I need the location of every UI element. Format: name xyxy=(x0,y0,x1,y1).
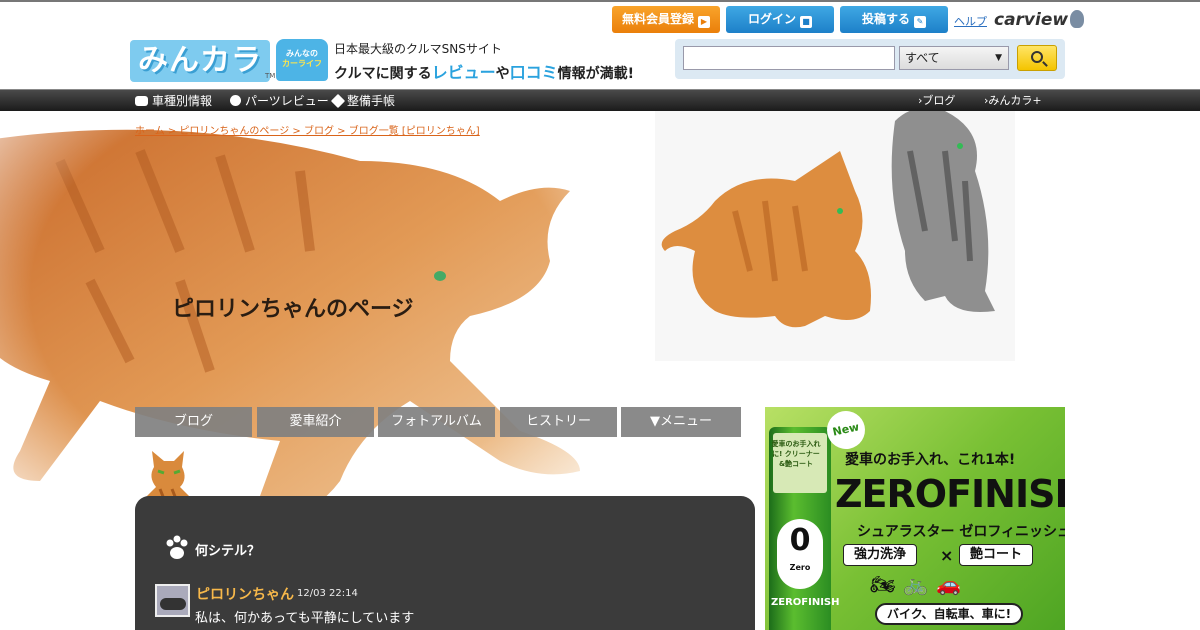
can-cap-text: 愛車のお手入れに! クリーナー&艶コート xyxy=(771,440,821,468)
whats-doing-panel: 何シテル？ ピロリンちゃん 12/03 22:14 私は、何かあっても平静にして… xyxy=(135,496,755,630)
register-button[interactable]: 無料会員登録 ▶ xyxy=(612,6,720,33)
can-zero-badge: 0 Zero xyxy=(777,519,823,589)
lock-icon: ■ xyxy=(800,16,812,28)
help-link[interactable]: ヘルプ xyxy=(954,13,987,29)
carview-logo[interactable]: carview xyxy=(994,10,1085,30)
nav-item-maintenance[interactable]: 整備手帳 xyxy=(330,92,396,110)
badge-line1: みんなの xyxy=(286,49,318,58)
ad-subtitle: シュアラスター ゼロフィニッシュ xyxy=(857,524,1065,540)
search-scope-select[interactable]: すべて ▼ xyxy=(899,46,1009,70)
ad-feature-coat: 艶コート xyxy=(959,544,1034,566)
gear-icon xyxy=(230,95,241,106)
tab-history[interactable]: ヒストリー xyxy=(500,407,617,437)
panel-heading: 何シテル？ xyxy=(195,544,261,559)
ad-brand: ZEROFINISH xyxy=(835,472,1065,516)
post-button[interactable]: 投稿する ✎ xyxy=(840,6,948,33)
search-button[interactable] xyxy=(1017,45,1057,71)
nav-label: パーツレビュー xyxy=(245,94,329,108)
spray-can-image: 愛車のお手入れに! クリーナー&艶コート 0 Zero ZEROFINISH xyxy=(769,427,840,630)
post-label: 投稿する xyxy=(861,12,910,26)
tab-blog[interactable]: ブログ xyxy=(135,407,252,437)
nav-item-car-info[interactable]: 車種別情報 xyxy=(135,92,212,110)
tagline-review: レビュー xyxy=(431,63,496,82)
pencil-icon: ✎ xyxy=(914,16,926,28)
can-zero-label: Zero xyxy=(789,563,811,572)
nav-item-parts-review[interactable]: パーツレビュー xyxy=(230,92,329,110)
post-text: 私は、何かあっても平静にしています xyxy=(195,611,415,626)
chevron-down-icon: ▼ xyxy=(995,53,1002,63)
nav-item-blog[interactable]: ›ブログ xyxy=(918,92,955,110)
can-brand: ZEROFINISH xyxy=(771,597,840,608)
ad-headline: 愛車のお手入れ、これ1本! xyxy=(845,452,1016,468)
nav-label: 整備手帳 xyxy=(347,94,396,108)
search-scope-value: すべて xyxy=(905,51,940,65)
wrench-icon xyxy=(330,93,346,109)
paw-icon xyxy=(166,535,188,559)
search-icon xyxy=(1031,51,1043,63)
nav-label: 車種別情報 xyxy=(152,94,213,108)
breadcrumb[interactable]: ホーム > ピロリンちゃんのページ > ブログ > ブログ一覧 [ピロリンちゃん… xyxy=(135,122,480,137)
post-timestamp: 12/03 22:14 xyxy=(297,588,358,599)
nav-label: みんカラ+ xyxy=(988,94,1042,107)
car-life-badge-icon: みんなの カーライフ xyxy=(276,39,328,81)
ad-tagline: バイク、自転車、車に! xyxy=(875,603,1024,625)
two-cats-image xyxy=(655,111,1015,361)
tagline-kuchikomi: 口コミ xyxy=(509,63,558,82)
main-navbar: 車種別情報 パーツレビュー 整備手帳 ›ブログ ›みんカラ+ xyxy=(0,89,1200,111)
car-icon xyxy=(135,96,148,106)
tagline-primary: 日本最大級のクルマSNSサイト xyxy=(334,42,502,56)
tab-menu[interactable]: ▼メニュー xyxy=(621,407,741,437)
motorcycle-icon xyxy=(160,598,186,610)
ad-cross: × xyxy=(940,546,954,565)
tab-my-car[interactable]: 愛車紹介 xyxy=(257,407,374,437)
search-input[interactable] xyxy=(683,46,895,70)
tagline-mid: や xyxy=(495,66,510,82)
register-label: 無料会員登録 xyxy=(621,12,694,26)
tagline-post: 情報が満載! xyxy=(557,66,635,82)
can-zero-number: 0 xyxy=(789,523,811,558)
page-title: ピロリンちゃんのページ xyxy=(172,297,414,322)
login-label: ログイン xyxy=(747,12,796,26)
tab-photo-album[interactable]: フォトアルバム xyxy=(378,407,495,437)
carview-label: carview xyxy=(994,10,1069,30)
search-area: すべて ▼ xyxy=(675,39,1065,79)
badge-line2: カーライフ xyxy=(282,59,322,68)
post-username[interactable]: ピロリンちゃん xyxy=(196,584,294,604)
nav-label: ブログ xyxy=(922,94,956,107)
tagline-secondary: クルマに関するレビューや口コミ情報が満載! xyxy=(334,59,634,83)
site-header: みんカラ TM みんなの カーライフ 日本最大級のクルマSNSサイト クルマに関… xyxy=(0,2,1200,89)
tagline-pre: クルマに関する xyxy=(334,66,432,82)
carview-mark-icon xyxy=(1070,10,1085,28)
arrow-right-icon: ▶ xyxy=(698,16,710,28)
ad-feature-cleaning: 強力洗浄 xyxy=(843,544,918,566)
minkara-logo[interactable]: みんカラ xyxy=(130,40,270,82)
logo-trademark: TM xyxy=(265,72,276,80)
vehicle-icons: 🏍🚲🚗 xyxy=(870,572,970,596)
login-button[interactable]: ログイン ■ xyxy=(726,6,834,33)
zerofinish-ad-banner[interactable]: 愛車のお手入れに! クリーナー&艶コート 0 Zero ZEROFINISH Ne… xyxy=(765,407,1065,630)
avatar[interactable] xyxy=(155,584,190,617)
profile-hero: ホーム > ピロリンちゃんのページ > ブログ > ブログ一覧 [ピロリンちゃん… xyxy=(0,111,1200,630)
nav-item-minkara-plus[interactable]: ›みんカラ+ xyxy=(984,92,1042,110)
